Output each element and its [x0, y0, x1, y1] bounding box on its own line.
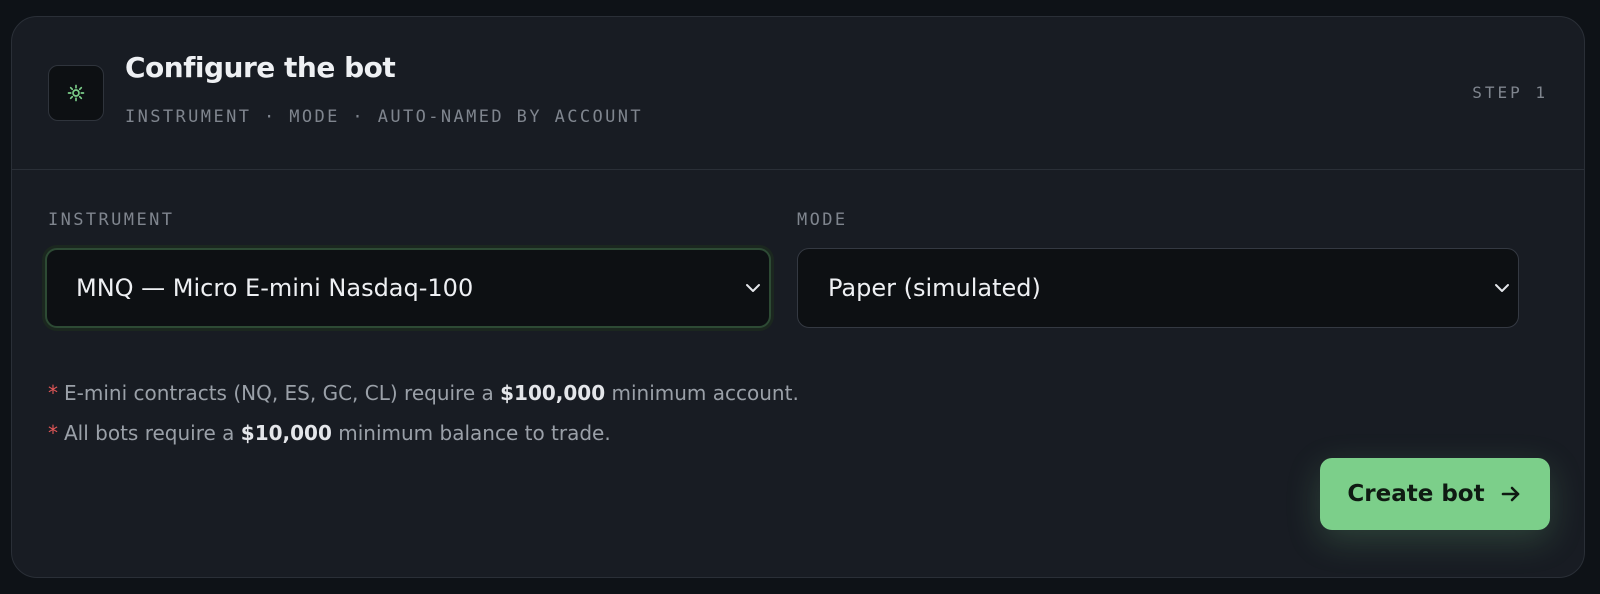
mode-select[interactable]: Paper (simulated)	[797, 248, 1519, 328]
requirement-note: * E-mini contracts (NQ, ES, GC, CL) requi…	[48, 381, 799, 405]
required-asterisk: *	[48, 421, 58, 445]
create-bot-button[interactable]: Create bot	[1320, 458, 1550, 530]
page-subtitle: INSTRUMENT · MODE · AUTO-NAMED BY ACCOUN…	[125, 107, 644, 127]
chevron-down-icon	[746, 284, 760, 292]
note-text: E-mini contracts (NQ, ES, GC, CL) requir…	[64, 381, 494, 405]
note-text: minimum account.	[611, 381, 799, 405]
note-text: minimum balance to trade.	[338, 421, 611, 445]
note-text: All bots require a	[64, 421, 235, 445]
mode-select-value: Paper (simulated)	[828, 274, 1041, 302]
note-amount: $10,000	[240, 421, 332, 445]
note-amount: $100,000	[500, 381, 606, 405]
instrument-select-value: MNQ — Micro E-mini Nasdaq-100	[76, 274, 474, 302]
gear-icon	[67, 84, 85, 102]
instrument-select[interactable]: MNQ — Micro E-mini Nasdaq-100	[45, 248, 771, 328]
arrow-right-icon	[1501, 486, 1519, 502]
step-indicator: STEP 1	[1472, 83, 1548, 102]
page-title: Configure the bot	[125, 51, 396, 84]
mode-label: MODE	[797, 210, 848, 230]
required-asterisk: *	[48, 381, 58, 405]
configure-bot-card: Configure the bot INSTRUMENT · MODE · AU…	[11, 16, 1585, 578]
card-header: Configure the bot INSTRUMENT · MODE · AU…	[12, 17, 1584, 170]
gear-icon-box	[48, 65, 104, 121]
create-bot-label: Create bot	[1347, 481, 1485, 507]
requirement-note: * All bots require a $10,000 minimum bala…	[48, 421, 611, 445]
chevron-down-icon	[1495, 284, 1509, 292]
instrument-label: INSTRUMENT	[48, 210, 175, 230]
